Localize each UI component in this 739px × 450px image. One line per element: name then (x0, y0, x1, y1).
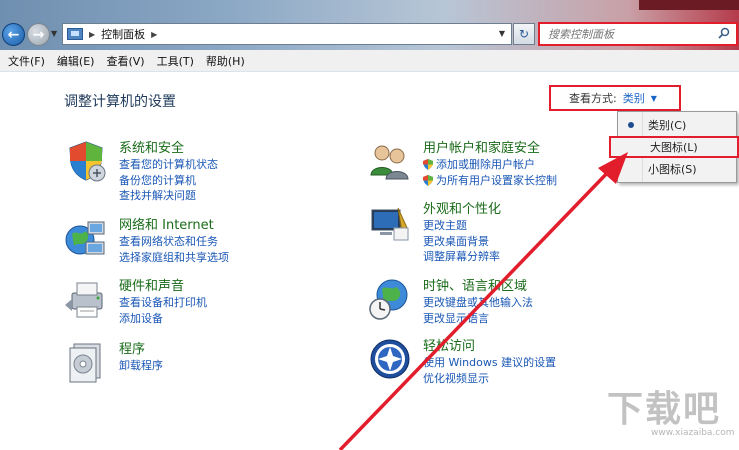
link-screen-resolution[interactable]: 调整屏幕分辨率 (423, 249, 500, 265)
back-arrow-icon: ← (7, 26, 20, 43)
category-title[interactable]: 网络和 Internet (119, 214, 214, 233)
view-by-value[interactable]: 类别 (623, 90, 645, 106)
link-desktop-background[interactable]: 更改桌面背景 (423, 234, 500, 250)
link-keyboard-input[interactable]: 更改键盘或其他输入法 (423, 295, 533, 311)
view-by-selector[interactable]: 查看方式: 类别 ▼ (549, 85, 681, 111)
control-panel-icon (67, 28, 83, 40)
link-add-device[interactable]: 添加设备 (119, 311, 207, 327)
watermark: 下载吧 www.xiazaiba.com (603, 380, 735, 438)
shield-icon[interactable] (64, 139, 108, 183)
address-bar[interactable]: ▶ 控制面板 ▶ ▼ (62, 23, 512, 45)
link-parental-controls[interactable]: 为所有用户设置家长控制 (423, 173, 557, 189)
address-dropdown-icon[interactable]: ▼ (499, 29, 505, 38)
link-change-theme[interactable]: 更改主题 (423, 218, 500, 234)
radio-selected-icon (628, 122, 634, 128)
option-label: 大图标(L) (650, 141, 698, 154)
option-label: 类别(C) (648, 119, 687, 132)
link-label[interactable]: 添加或删除用户帐户 (436, 157, 535, 173)
menu-tools[interactable]: 工具(T) (153, 53, 202, 69)
link-optimize-video[interactable]: 优化视频显示 (423, 371, 556, 387)
dropdown-option-large-icons[interactable]: 大图标(L) (609, 136, 739, 158)
link-view-computer-status[interactable]: 查看您的计算机状态 (119, 157, 218, 173)
menu-help[interactable]: 帮助(H) (202, 53, 253, 69)
page-title: 调整计算机的设置 (64, 94, 176, 110)
window-controls[interactable] (639, 0, 739, 10)
printer-icon[interactable] (64, 277, 108, 321)
search-icon[interactable] (718, 27, 730, 39)
link-windows-recommended-settings[interactable]: 使用 Windows 建议的设置 (423, 355, 556, 371)
category-title[interactable]: 硬件和声音 (119, 275, 184, 294)
programs-icon[interactable] (64, 340, 108, 384)
watermark-logo: 下载吧 (607, 389, 722, 430)
link-troubleshoot[interactable]: 查找并解决问题 (119, 188, 218, 204)
link-homegroup-sharing[interactable]: 选择家庭组和共享选项 (119, 250, 229, 266)
menu-edit[interactable]: 编辑(E) (53, 53, 103, 69)
control-panel-content: 调整计算机的设置 查看方式: 类别 ▼ 系统和安全 查看您的计算机状态 备份您的… (0, 73, 739, 450)
back-button[interactable]: ← (2, 23, 25, 46)
link-devices-printers[interactable]: 查看设备和打印机 (119, 295, 207, 311)
link-display-language[interactable]: 更改显示语言 (423, 311, 533, 327)
link-uninstall-program[interactable]: 卸载程序 (119, 358, 163, 374)
uac-shield-icon (423, 159, 433, 171)
breadcrumb-separator-icon[interactable]: ▶ (151, 30, 157, 39)
view-by-dropdown: 类别(C) 大图标(L) 小图标(S) (609, 111, 739, 183)
chevron-down-icon[interactable]: ▼ (651, 94, 657, 103)
menu-view[interactable]: 查看(V) (102, 53, 152, 69)
refresh-button[interactable]: ↻ (513, 23, 535, 45)
breadcrumb-control-panel[interactable]: 控制面板 (101, 26, 145, 42)
network-globe-icon[interactable] (64, 216, 108, 260)
link-network-status[interactable]: 查看网络状态和任务 (119, 234, 229, 250)
menu-file[interactable]: 文件(F) (4, 53, 53, 69)
link-label[interactable]: 为所有用户设置家长控制 (436, 173, 557, 189)
category-title[interactable]: 时钟、语言和区域 (423, 275, 527, 294)
link-add-remove-accounts[interactable]: 添加或删除用户帐户 (423, 157, 557, 173)
dropdown-option-category[interactable]: 类别(C) (618, 114, 736, 136)
link-backup-computer[interactable]: 备份您的计算机 (119, 173, 218, 189)
clock-globe-icon[interactable] (368, 277, 412, 321)
search-box[interactable] (538, 22, 738, 46)
view-by-label: 查看方式: (569, 92, 617, 105)
search-input[interactable] (548, 27, 718, 41)
option-label: 小图标(S) (648, 163, 697, 176)
forward-arrow-icon: → (32, 26, 45, 43)
users-icon[interactable] (368, 139, 412, 183)
category-title[interactable]: 用户帐户和家庭安全 (423, 137, 540, 156)
uac-shield-icon (423, 174, 433, 186)
appearance-icon[interactable] (368, 200, 412, 244)
menu-bar: 文件(F) 编辑(E) 查看(V) 工具(T) 帮助(H) (0, 50, 739, 72)
category-title[interactable]: 外观和个性化 (423, 198, 501, 217)
category-title[interactable]: 系统和安全 (119, 137, 184, 156)
dropdown-option-small-icons[interactable]: 小图标(S) (618, 158, 736, 180)
forward-button[interactable]: → (27, 23, 50, 46)
accessibility-icon[interactable] (368, 337, 412, 381)
watermark-url: www.xiazaiba.com (651, 428, 735, 438)
breadcrumb-separator-icon[interactable]: ▶ (89, 30, 95, 39)
history-dropdown-icon[interactable]: ▼ (51, 29, 57, 38)
category-title[interactable]: 轻松访问 (423, 335, 475, 354)
category-title[interactable]: 程序 (119, 338, 145, 357)
window-titlebar: ← → ▼ ▶ 控制面板 ▶ ▼ ↻ (0, 0, 739, 50)
refresh-icon: ↻ (518, 27, 530, 41)
